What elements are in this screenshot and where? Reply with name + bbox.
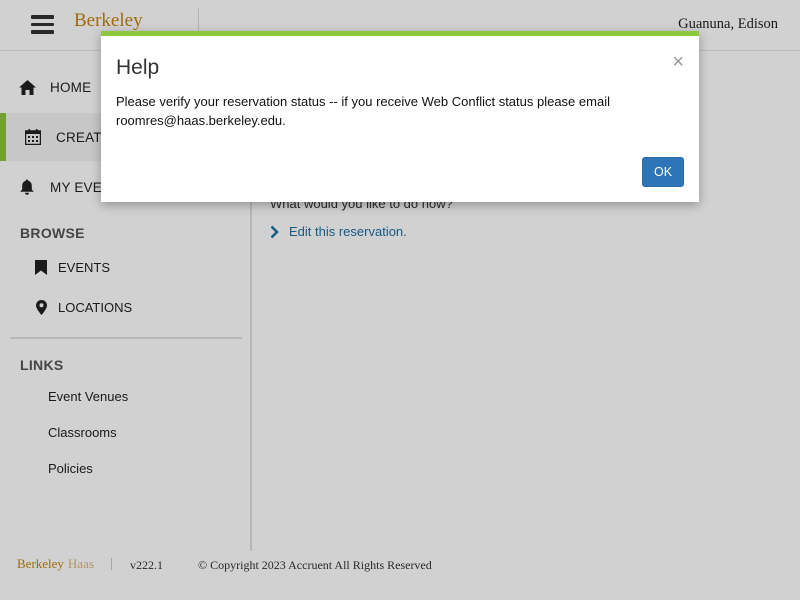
dialog-message: Please verify your reservation status --… [116, 94, 610, 128]
dialog-title: Help [116, 56, 160, 79]
ok-button[interactable]: OK [642, 157, 684, 187]
help-dialog: Help × Please verify your reservation st… [101, 31, 699, 202]
close-icon[interactable]: × [672, 52, 684, 72]
